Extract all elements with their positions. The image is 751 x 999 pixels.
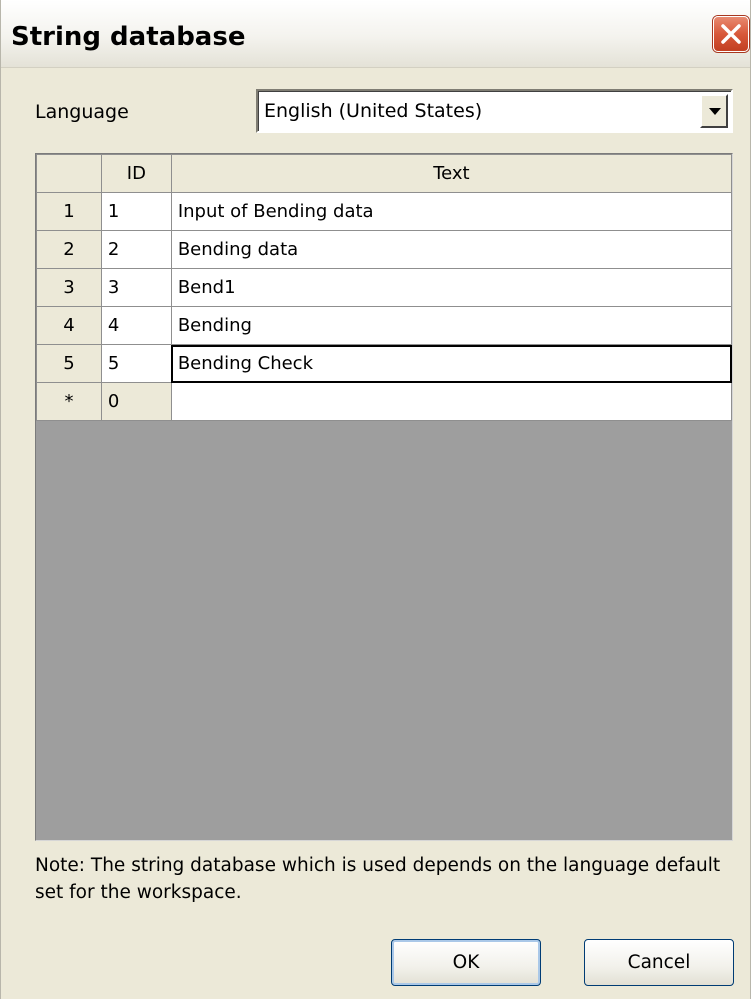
chevron-down-icon [709,108,721,115]
string-grid[interactable]: ID Text 1 1 Input of Bending data 2 2 Be… [35,153,733,841]
row-header[interactable]: 3 [36,268,102,307]
column-header-id[interactable]: ID [100,154,172,193]
string-table: ID Text 1 1 Input of Bending data 2 2 Be… [36,154,733,421]
text-cell[interactable]: Input of Bending data [170,192,733,231]
corner-header-cell[interactable] [36,154,102,193]
new-row[interactable]: * 0 [36,382,733,421]
workspace-language-note: Note: The string database which is used … [35,855,721,903]
table-row[interactable]: 4 4 Bending [36,306,733,345]
dialog-title: String database [11,22,246,52]
new-row-text-cell[interactable] [170,382,733,421]
grid-header-row: ID Text [36,154,733,193]
close-button[interactable] [713,16,749,52]
language-selected-value: English (United States) [264,100,483,122]
row-header[interactable]: 1 [36,192,102,231]
id-cell[interactable]: 4 [100,306,172,345]
text-cell-selected[interactable]: Bending Check [170,344,733,383]
text-cell[interactable]: Bending data [170,230,733,269]
table-row[interactable]: 1 1 Input of Bending data [36,192,733,231]
id-cell[interactable]: 1 [100,192,172,231]
language-select[interactable]: English (United States) [256,89,733,133]
string-database-dialog: String database Language English (United… [0,0,751,999]
table-row[interactable]: 3 3 Bend1 [36,268,733,307]
table-row[interactable]: 2 2 Bending data [36,230,733,269]
text-cell[interactable]: Bend1 [170,268,733,307]
text-cell[interactable]: Bending [170,306,733,345]
row-header[interactable]: 5 [36,344,102,383]
row-header[interactable]: 2 [36,230,102,269]
ok-button[interactable]: OK [391,939,541,986]
column-header-text[interactable]: Text [170,154,733,193]
language-label: Language [35,101,129,123]
new-row-id-cell[interactable]: 0 [100,382,172,421]
id-cell[interactable]: 5 [100,344,172,383]
id-cell[interactable]: 2 [100,230,172,269]
close-icon [721,24,741,44]
row-header[interactable]: 4 [36,306,102,345]
id-cell[interactable]: 3 [100,268,172,307]
new-row-marker[interactable]: * [36,382,102,421]
title-bar[interactable]: String database [1,0,750,68]
cancel-button[interactable]: Cancel [584,939,734,986]
language-dropdown-button[interactable] [700,94,728,128]
table-row[interactable]: 5 5 Bending Check [36,344,733,383]
